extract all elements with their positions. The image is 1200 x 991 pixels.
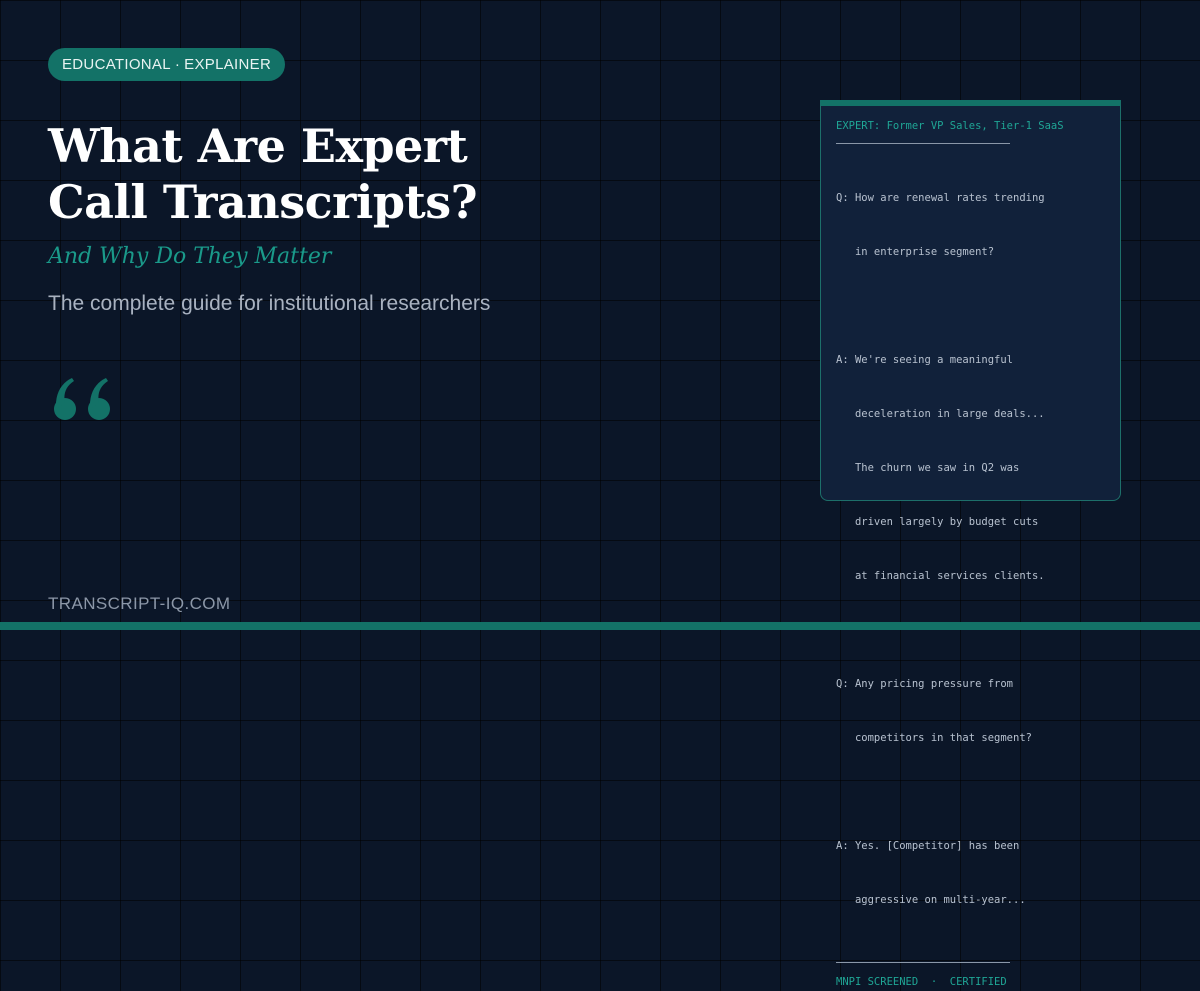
transcript-line: in enterprise segment? [836, 246, 995, 258]
transcript-line: A: Yes. [Competitor] has been [836, 840, 1020, 852]
badge-label-explainer: EXPLAINER [184, 56, 272, 73]
title-line-2: Call Transcripts? [48, 175, 478, 229]
transcript-line: Q: Any pricing pressure from [836, 678, 1014, 690]
bottom-accent-bar [0, 622, 1200, 630]
transcript-line: The churn we saw in Q2 was [836, 462, 1020, 474]
transcript-line: Q: How are renewal rates trending [836, 192, 1045, 204]
site-url: TRANSCRIPT-IQ.COM [48, 594, 231, 613]
badge-label-educational: EDUCATIONAL [62, 56, 171, 73]
badge-separator: · [174, 56, 181, 73]
page-title: What Are Expert Call Transcripts? [48, 118, 478, 230]
transcript-card: EXPERT: Former VP Sales, Tier-1 SaaS Q: … [820, 100, 1121, 988]
transcript-line: aggressive on multi-year... [836, 894, 1026, 906]
title-line-1: What Are Expert [48, 119, 468, 173]
page-subtitle: And Why Do They Matter [48, 244, 332, 269]
page-description: The complete guide for institutional res… [48, 292, 491, 315]
transcript-question: Q: How are renewal rates trending in ent… [836, 153, 1106, 297]
transcript-line: deceleration in large deals... [836, 408, 1045, 420]
transcript-answer: A: Yes. [Competitor] has been aggressive… [836, 801, 1106, 945]
transcript-answer: A: We're seeing a meaningful deceleratio… [836, 315, 1106, 621]
transcript-expert-header: EXPERT: Former VP Sales, Tier-1 SaaS [836, 120, 1064, 132]
divider [836, 962, 1010, 963]
transcript-line: competitors in that segment? [836, 732, 1032, 744]
divider [836, 143, 1010, 144]
category-badge: EDUCATIONAL · EXPLAINER [48, 48, 286, 81]
open-quote-icon [54, 378, 110, 420]
transcript-line: at financial services clients. [836, 570, 1045, 582]
transcript-line: A: We're seeing a meaningful [836, 354, 1014, 366]
transcript-line: driven largely by budget cuts [836, 516, 1039, 528]
compliance-status: MNPI SCREENED · CERTIFIED [836, 976, 1007, 988]
transcript-question: Q: Any pricing pressure from competitors… [836, 639, 1106, 783]
